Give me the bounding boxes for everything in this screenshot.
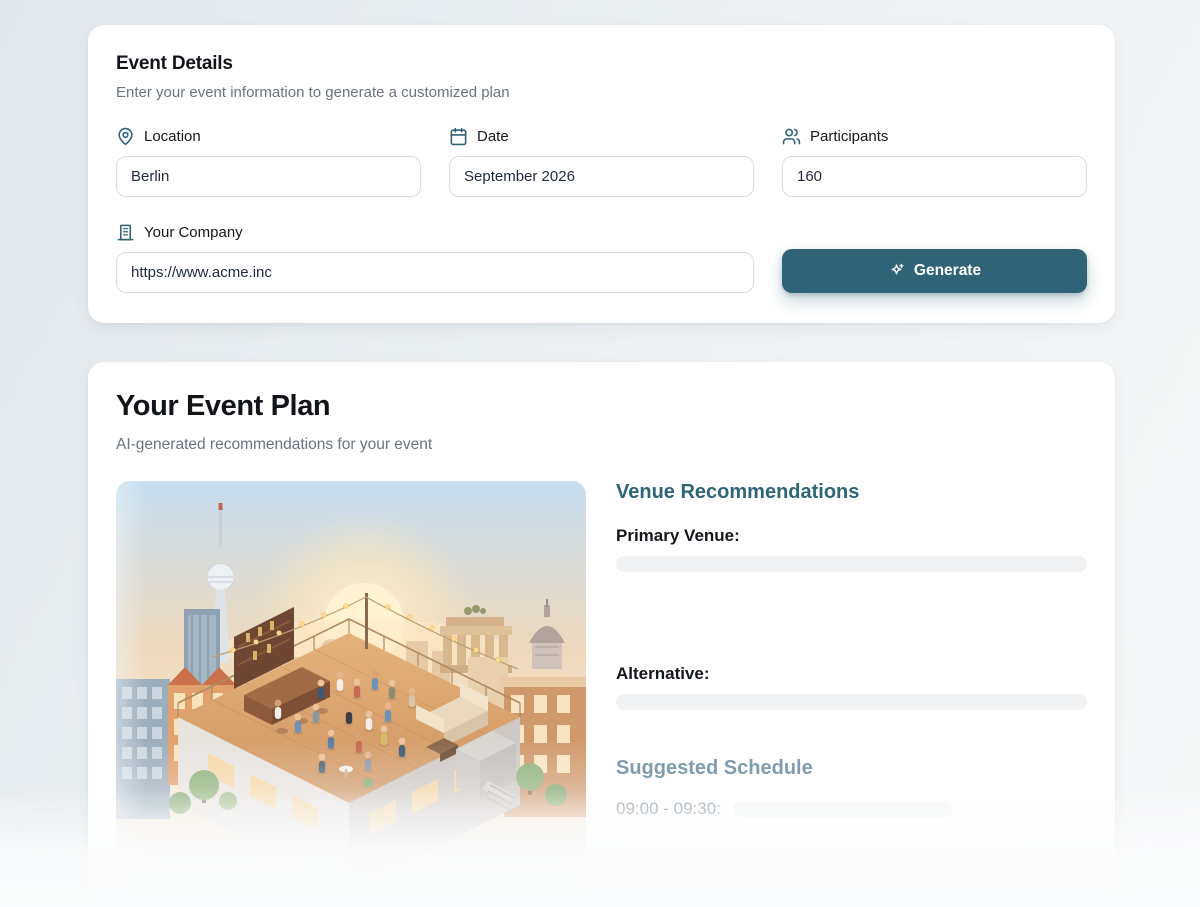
event-plan-card: Your Event Plan AI-generated recommendat… xyxy=(88,362,1115,907)
generate-button[interactable]: Generate xyxy=(782,249,1087,293)
primary-venue-skeleton xyxy=(616,556,1087,572)
calendar-icon xyxy=(449,127,468,146)
generate-button-label: Generate xyxy=(914,262,981,280)
berlin-rooftop-illustration xyxy=(116,481,586,907)
participants-field-group: Participants xyxy=(782,127,1087,197)
generate-button-cell: Generate xyxy=(782,223,1087,293)
alternative-venue-skeleton xyxy=(616,694,1087,710)
location-field-group: Location xyxy=(116,127,421,197)
users-icon xyxy=(782,127,801,146)
company-label-text: Your Company xyxy=(144,224,243,241)
building-icon xyxy=(116,223,135,242)
event-plan-subtitle: AI-generated recommendations for your ev… xyxy=(116,436,1087,454)
schedule-slot-row: 09:00 - 09:30: xyxy=(616,799,1087,819)
participants-label-text: Participants xyxy=(810,128,888,145)
company-label: Your Company xyxy=(116,223,754,242)
alternative-venue-label: Alternative: xyxy=(616,664,1087,684)
participants-label: Participants xyxy=(782,127,1087,146)
event-details-form: Location Date Participants xyxy=(116,127,1087,293)
schedule-slot-time: 09:00 - 09:30: xyxy=(616,799,721,819)
schedule-slot-skeleton xyxy=(733,801,953,817)
company-input[interactable] xyxy=(116,252,754,293)
date-label-text: Date xyxy=(477,128,509,145)
location-label: Location xyxy=(116,127,421,146)
sparkles-icon xyxy=(888,263,905,280)
location-input[interactable] xyxy=(116,156,421,197)
event-details-title: Event Details xyxy=(116,53,1087,75)
event-details-subtitle: Enter your event information to generate… xyxy=(116,84,1087,101)
date-field-group: Date xyxy=(449,127,754,197)
event-plan-title: Your Event Plan xyxy=(116,390,1087,423)
event-details-card: Event Details Enter your event informati… xyxy=(88,25,1115,323)
participants-input[interactable] xyxy=(782,156,1087,197)
spacer xyxy=(616,572,1087,642)
suggested-schedule-heading: Suggested Schedule xyxy=(616,757,1087,780)
map-pin-icon xyxy=(116,127,135,146)
location-label-text: Location xyxy=(144,128,201,145)
venue-recommendations-heading: Venue Recommendations xyxy=(616,481,1087,504)
company-field-group: Your Company xyxy=(116,223,754,293)
date-label: Date xyxy=(449,127,754,146)
plan-results-column: Venue Recommendations Primary Venue: Alt… xyxy=(616,481,1087,907)
primary-venue-label: Primary Venue: xyxy=(616,526,1087,546)
event-illustration xyxy=(116,481,586,907)
event-plan-content: Venue Recommendations Primary Venue: Alt… xyxy=(116,481,1087,907)
spacer xyxy=(616,710,1087,757)
date-input[interactable] xyxy=(449,156,754,197)
